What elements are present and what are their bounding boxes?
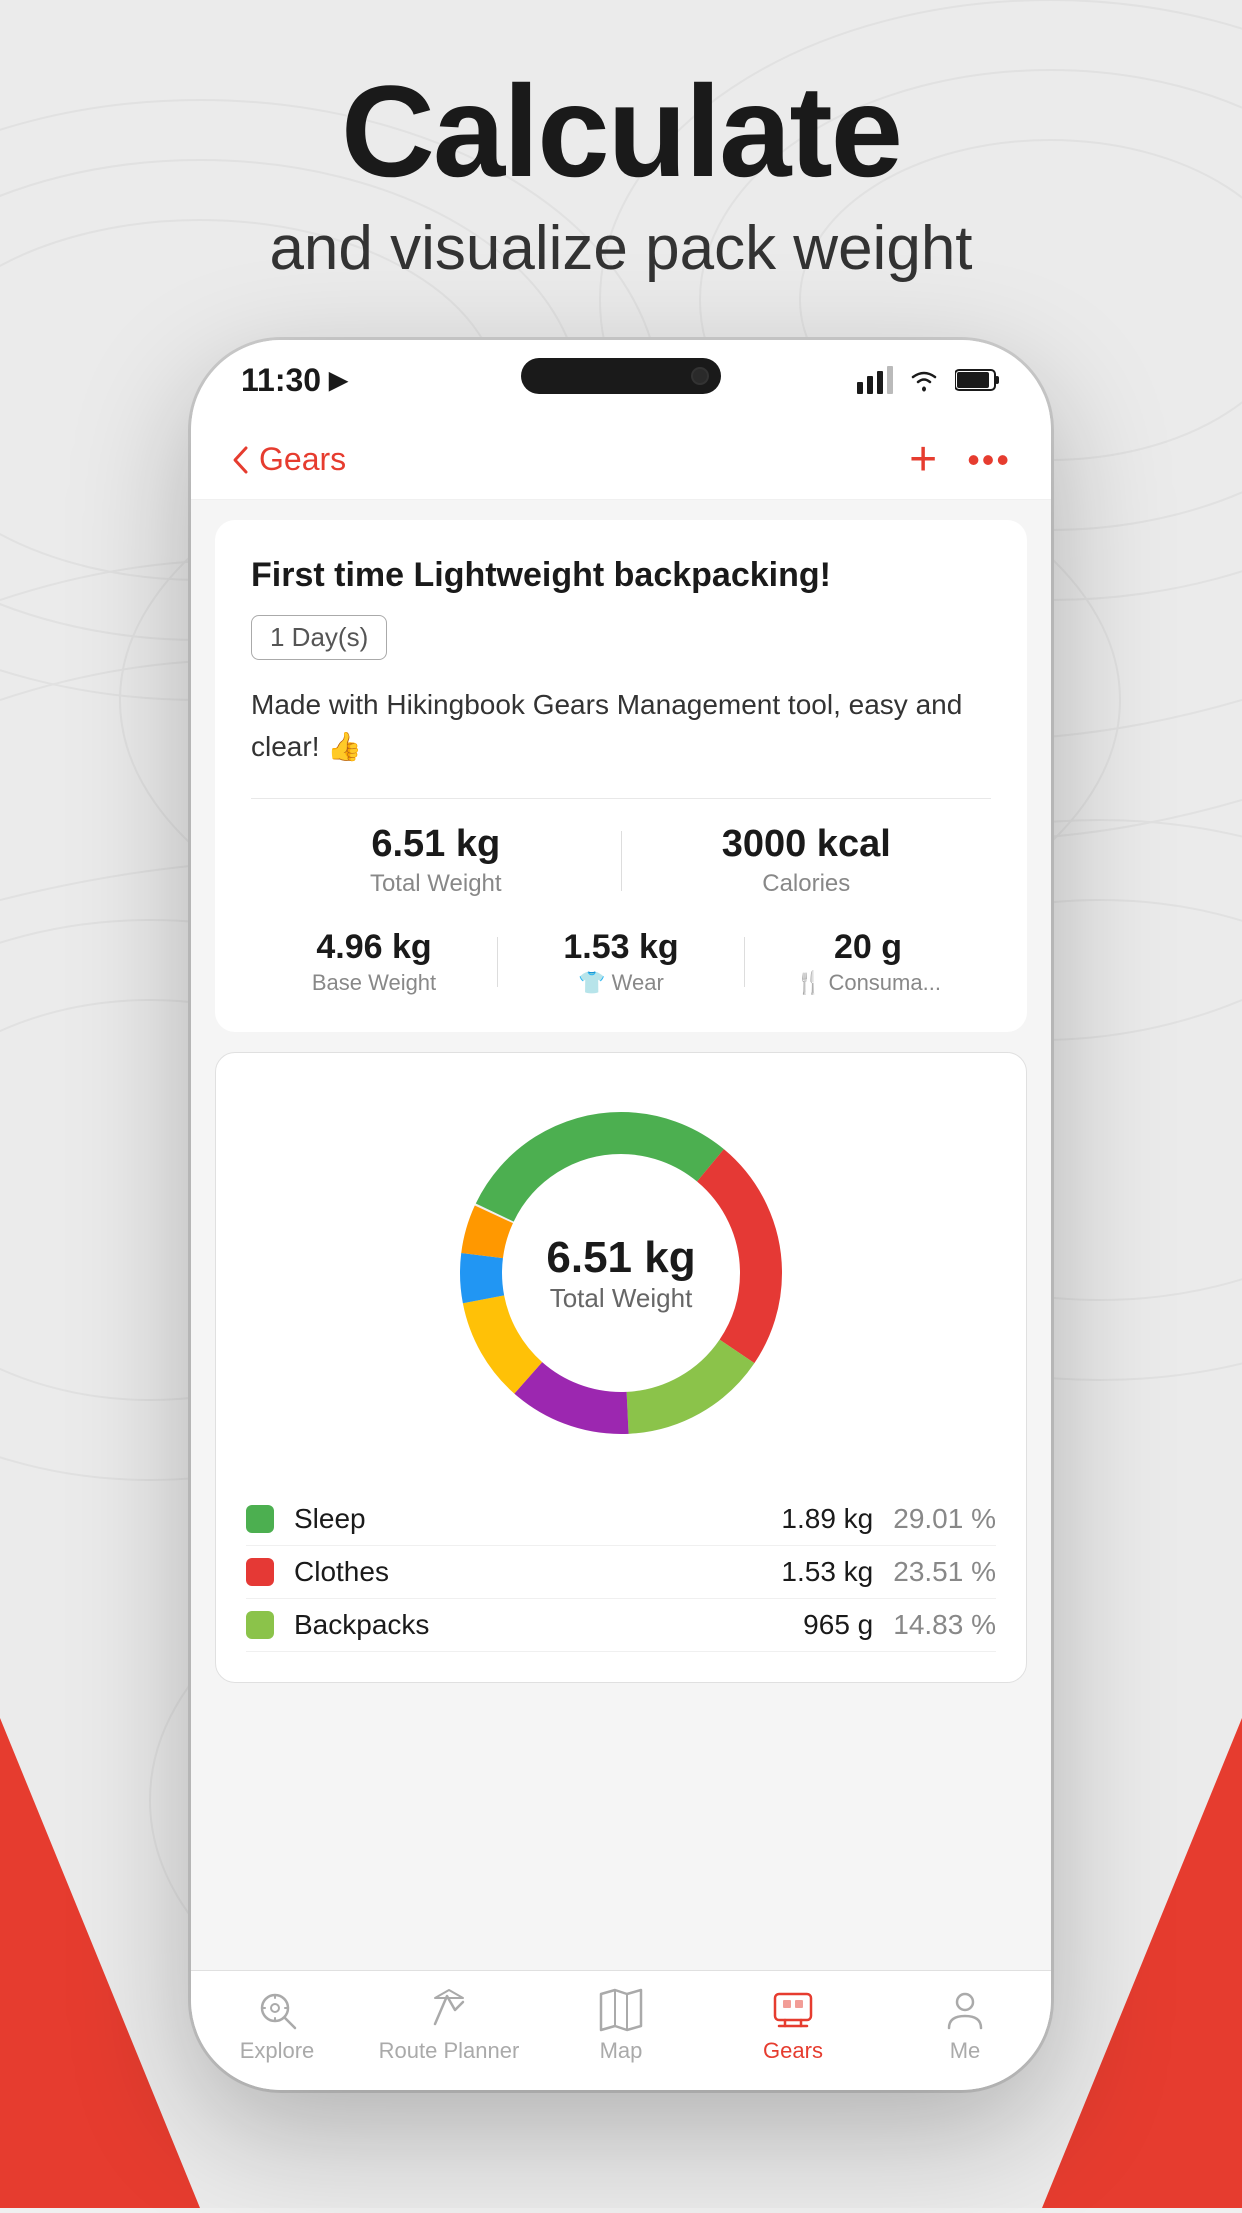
- nav-actions: + •••: [909, 432, 1011, 487]
- tab-map-label: Map: [600, 2038, 643, 2064]
- donut-chart-container: 6.51 kg Total Weight: [246, 1083, 996, 1463]
- legend-name-sleep: Sleep: [294, 1503, 781, 1535]
- total-weight-label: Total Weight: [251, 870, 621, 898]
- legend-color-clothes: [246, 1558, 274, 1586]
- donut-label: Total Weight: [546, 1283, 695, 1314]
- status-icons: [857, 366, 1001, 394]
- phone-notch: [521, 358, 721, 394]
- calories-stat: 3000 kcal Calories: [622, 823, 992, 898]
- me-icon: [943, 1988, 987, 2032]
- tab-map[interactable]: Map: [535, 1988, 707, 2064]
- legend-name-backpacks: Backpacks: [294, 1609, 803, 1641]
- legend-color-backpacks: [246, 1611, 274, 1639]
- consumable-value: 20 g: [745, 928, 991, 967]
- status-time: 11:30 ▶: [241, 362, 348, 399]
- legend-weight-sleep: 1.89 kg: [781, 1503, 873, 1535]
- trip-description: Made with Hikingbook Gears Management to…: [251, 684, 991, 768]
- consumable-stat: 20 g 🍴 Consuma...: [745, 928, 991, 996]
- more-button[interactable]: •••: [967, 439, 1011, 481]
- main-subtitle: and visualize pack weight: [0, 213, 1242, 284]
- legend-sleep: Sleep 1.89 kg 29.01 %: [246, 1493, 996, 1546]
- wear-label: 👕 Wear: [498, 970, 744, 996]
- base-weight-value: 4.96 kg: [251, 928, 497, 967]
- legend-pct-backpacks: 14.83 %: [893, 1609, 996, 1641]
- tab-explore[interactable]: Explore: [191, 1988, 363, 2064]
- add-button[interactable]: +: [909, 432, 937, 487]
- legend-color-sleep: [246, 1505, 274, 1533]
- base-weight-label: Base Weight: [251, 970, 497, 996]
- main-title: Calculate: [0, 60, 1242, 203]
- wifi-icon: [907, 366, 941, 394]
- wear-stat: 1.53 kg 👕 Wear: [498, 928, 744, 996]
- map-icon: [599, 1988, 643, 2032]
- legend-weight-backpacks: 965 g: [803, 1609, 873, 1641]
- back-chevron-icon: [231, 445, 251, 475]
- tab-bar: Explore Route Planner Map: [191, 1970, 1051, 2090]
- status-bar: 11:30 ▶: [191, 340, 1051, 420]
- explore-icon: [255, 1988, 299, 2032]
- tab-gears[interactable]: Gears: [707, 1988, 879, 2064]
- trip-title: First time Lightweight backpacking!: [251, 556, 991, 595]
- donut-center: 6.51 kg Total Weight: [546, 1233, 695, 1314]
- header-section: Calculate and visualize pack weight: [0, 60, 1242, 284]
- total-weight-stat: 6.51 kg Total Weight: [251, 823, 621, 898]
- calories-value: 3000 kcal: [622, 823, 992, 866]
- fork-icon: 🍴: [795, 970, 822, 996]
- donut-weight: 6.51 kg: [546, 1233, 695, 1283]
- trip-info-card: First time Lightweight backpacking! 1 Da…: [215, 520, 1027, 1032]
- tab-gears-label: Gears: [763, 2038, 823, 2064]
- tab-route-label: Route Planner: [379, 2038, 520, 2064]
- total-weight-value: 6.51 kg: [251, 823, 621, 866]
- route-icon: [427, 1988, 471, 2032]
- chart-legend: Sleep 1.89 kg 29.01 % Clothes 1.53 kg 23…: [246, 1493, 996, 1652]
- location-icon: ▶: [329, 366, 347, 395]
- tab-explore-label: Explore: [240, 2038, 315, 2064]
- legend-backpacks: Backpacks 965 g 14.83 %: [246, 1599, 996, 1652]
- phone-frame: 11:30 ▶: [191, 340, 1051, 2090]
- back-button[interactable]: Gears: [231, 441, 346, 478]
- consumable-label: 🍴 Consuma...: [745, 970, 991, 996]
- legend-pct-clothes: 23.51 %: [893, 1556, 996, 1588]
- shirt-icon: 👕: [578, 970, 605, 996]
- main-stats: 6.51 kg Total Weight 3000 kcal Calories: [251, 798, 991, 898]
- main-content: First time Lightweight backpacking! 1 Da…: [191, 500, 1051, 1970]
- secondary-stats: 4.96 kg Base Weight 1.53 kg 👕 Wear 20 g …: [251, 918, 991, 996]
- legend-clothes: Clothes 1.53 kg 23.51 %: [246, 1546, 996, 1599]
- base-weight-stat: 4.96 kg Base Weight: [251, 928, 497, 996]
- tab-me[interactable]: Me: [879, 1988, 1051, 2064]
- tab-route-planner[interactable]: Route Planner: [363, 1988, 535, 2064]
- chart-card: 6.51 kg Total Weight Sleep 1.89 kg 29.01…: [215, 1052, 1027, 1683]
- phone-camera: [691, 367, 709, 385]
- days-badge: 1 Day(s): [251, 615, 387, 660]
- wear-value: 1.53 kg: [498, 928, 744, 967]
- legend-name-clothes: Clothes: [294, 1556, 781, 1588]
- tab-me-label: Me: [950, 2038, 981, 2064]
- navigation-bar: Gears + •••: [191, 420, 1051, 500]
- calories-label: Calories: [622, 870, 992, 898]
- legend-pct-sleep: 29.01 %: [893, 1503, 996, 1535]
- battery-icon: [955, 368, 1001, 392]
- gears-icon: [771, 1988, 815, 2032]
- legend-weight-clothes: 1.53 kg: [781, 1556, 873, 1588]
- signal-icon: [857, 366, 893, 394]
